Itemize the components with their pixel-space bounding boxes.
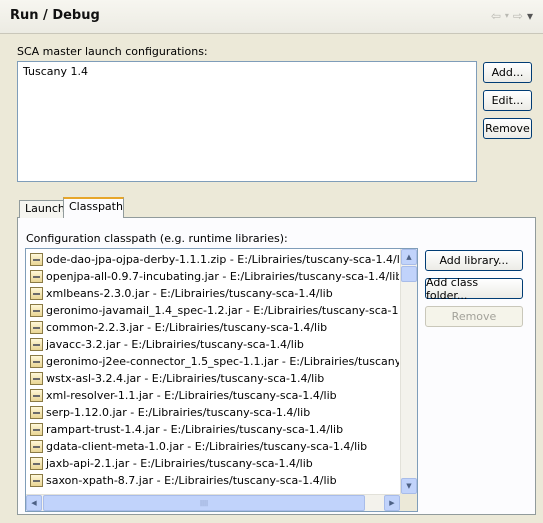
horizontal-scroll-thumb[interactable]: |||| (43, 495, 365, 511)
list-item-label: xml-resolver-1.1.jar - E:/Librairies/tus… (46, 389, 337, 402)
classpath-remove-button[interactable]: Remove (425, 306, 523, 327)
horizontal-scrollbar[interactable]: ◀ |||| ▶ (26, 494, 400, 511)
forward-arrow-icon[interactable]: ⇨ (513, 9, 523, 23)
list-item[interactable]: gdata-client-meta-1.0.jar - E:/Librairie… (30, 438, 399, 455)
list-item[interactable]: jaxb-api-2.1.jar - E:/Librairies/tuscany… (30, 455, 399, 472)
list-item-label: javacc-3.2.jar - E:/Librairies/tuscany-s… (46, 338, 304, 351)
list-item[interactable]: saxon-xpath-8.7.jar - E:/Librairies/tusc… (30, 472, 399, 489)
list-item-label: rampart-trust-1.4.jar - E:/Librairies/tu… (46, 423, 344, 436)
edit-button[interactable]: Edit... (483, 90, 532, 111)
list-item[interactable]: serp-1.12.0.jar - E:/Librairies/tuscany-… (30, 404, 399, 421)
scroll-down-icon[interactable]: ▼ (401, 478, 417, 494)
chevron-down-icon[interactable]: ▾ (505, 9, 509, 23)
scroll-right-icon[interactable]: ▶ (384, 495, 400, 511)
jar-file-icon (30, 457, 43, 470)
navigation-controls: ⇦ ▾ ⇨ ▾ (491, 9, 533, 23)
add-button[interactable]: Add... (483, 62, 532, 83)
jar-file-icon (30, 338, 43, 351)
scroll-left-icon[interactable]: ◀ (26, 495, 42, 511)
list-item[interactable]: geronimo-javamail_1.4_spec-1.2.jar - E:/… (30, 302, 399, 319)
jar-file-icon (30, 474, 43, 487)
list-item-label: geronimo-j2ee-connector_1.5_spec-1.1.jar… (46, 355, 399, 368)
list-item-label: jaxb-api-2.1.jar - E:/Librairies/tuscany… (46, 457, 313, 470)
list-item-label: gdata-client-meta-1.0.jar - E:/Librairie… (46, 440, 368, 453)
list-item-label: geronimo-javamail_1.4_spec-1.2.jar - E:/… (46, 304, 399, 317)
list-item[interactable]: ode-dao-jpa-ojpa-derby-1.1.1.zip - E:/Li… (30, 251, 399, 268)
view-menu-icon[interactable]: ▾ (527, 9, 533, 23)
back-arrow-icon[interactable]: ⇦ (491, 9, 501, 23)
jar-file-icon (30, 321, 43, 334)
classpath-rows: ode-dao-jpa-ojpa-derby-1.1.1.zip - E:/Li… (30, 251, 399, 494)
remove-button[interactable]: Remove (483, 118, 532, 139)
classpath-tab-panel: Configuration classpath (e.g. runtime li… (17, 217, 536, 515)
list-item-label: serp-1.12.0.jar - E:/Librairies/tuscany-… (46, 406, 311, 419)
classpath-label: Configuration classpath (e.g. runtime li… (26, 232, 288, 245)
jar-file-icon (30, 372, 43, 385)
jar-file-icon (30, 355, 43, 368)
list-item[interactable]: xml-resolver-1.1.jar - E:/Librairies/tus… (30, 387, 399, 404)
page-title: Run / Debug (10, 8, 100, 23)
jar-file-icon (30, 440, 43, 453)
vertical-scroll-thumb[interactable] (401, 266, 417, 282)
tab-launch[interactable]: Launch (19, 200, 65, 218)
list-item[interactable]: xmlbeans-2.3.0.jar - E:/Librairies/tusca… (30, 285, 399, 302)
vertical-scrollbar[interactable]: ▲ ▼ (400, 249, 417, 494)
classpath-list[interactable]: ode-dao-jpa-ojpa-derby-1.1.1.zip - E:/Li… (25, 248, 418, 512)
list-item-label: saxon-xpath-8.7.jar - E:/Librairies/tusc… (46, 474, 337, 487)
jar-file-icon (30, 423, 43, 436)
list-item[interactable]: javacc-3.2.jar - E:/Librairies/tuscany-s… (30, 336, 399, 353)
list-item-label: ode-dao-jpa-ojpa-derby-1.1.1.zip - E:/Li… (46, 253, 399, 266)
list-item-label: wstx-asl-3.2.4.jar - E:/Librairies/tusca… (46, 372, 325, 385)
list-item[interactable]: openjpa-all-0.9.7-incubating.jar - E:/Li… (30, 268, 399, 285)
master-configurations-label: SCA master launch configurations: (17, 45, 208, 58)
scroll-up-icon[interactable]: ▲ (401, 249, 417, 265)
jar-file-icon (30, 253, 43, 266)
scrollbar-corner (400, 494, 417, 511)
page-header: Run / Debug ⇦ ▾ ⇨ ▾ (0, 0, 543, 34)
list-item[interactable]: rampart-trust-1.4.jar - E:/Librairies/tu… (30, 421, 399, 438)
jar-file-icon (30, 389, 43, 402)
jar-file-icon (30, 270, 43, 283)
list-item[interactable]: geronimo-j2ee-connector_1.5_spec-1.1.jar… (30, 353, 399, 370)
list-item-label: xmlbeans-2.3.0.jar - E:/Librairies/tusca… (46, 287, 333, 300)
tab-classpath[interactable]: Classpath (63, 197, 124, 218)
list-item[interactable]: Tuscany 1.4 (23, 65, 471, 78)
jar-file-icon (30, 287, 43, 300)
jar-file-icon (30, 406, 43, 419)
add-class-folder-button[interactable]: Add class folder... (425, 276, 523, 302)
list-item-label: common-2.2.3.jar - E:/Librairies/tuscany… (46, 321, 328, 334)
add-library-button[interactable]: Add library... (425, 250, 523, 271)
list-item[interactable]: wstx-asl-3.2.4.jar - E:/Librairies/tusca… (30, 370, 399, 387)
list-item[interactable]: common-2.2.3.jar - E:/Librairies/tuscany… (30, 319, 399, 336)
master-configurations-list[interactable]: Tuscany 1.4 (17, 61, 477, 182)
jar-file-icon (30, 304, 43, 317)
list-item-label: openjpa-all-0.9.7-incubating.jar - E:/Li… (46, 270, 399, 283)
